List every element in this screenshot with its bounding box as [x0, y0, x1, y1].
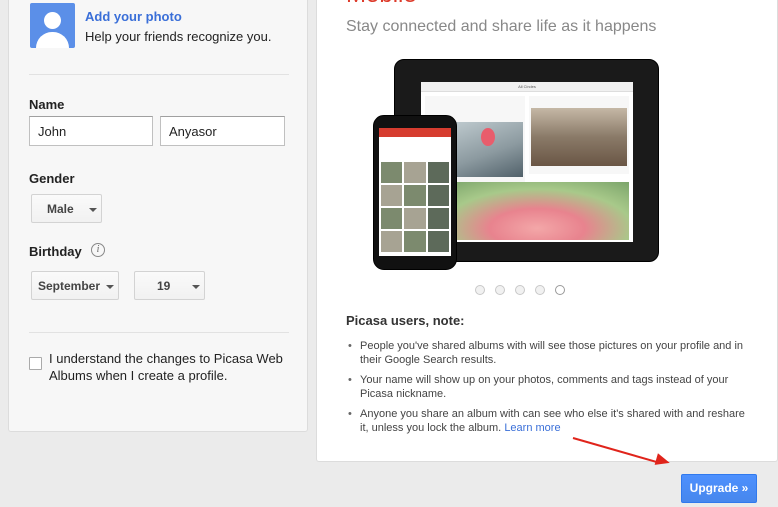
picasa-notes-list: People you've shared albums with will se…	[346, 339, 746, 441]
promo-title: Mobile	[346, 0, 417, 9]
list-item: Anyone you share an album with can see w…	[346, 407, 746, 435]
photo-thumbnail	[531, 108, 627, 166]
gender-select-value: Male	[47, 201, 74, 216]
understand-changes-checkbox[interactable]	[29, 357, 42, 370]
birthday-day-value: 19	[157, 278, 171, 293]
birthday-day-select[interactable]: 19	[134, 271, 205, 300]
carousel-dot-active[interactable]	[555, 285, 565, 295]
phone-screen	[379, 128, 451, 256]
carousel-dot[interactable]	[495, 285, 505, 295]
picasa-note-title: Picasa users, note:	[346, 313, 465, 328]
list-item: People you've shared albums with will se…	[346, 339, 746, 367]
last-name-input[interactable]	[160, 116, 285, 146]
balloon-photo-detail	[481, 128, 495, 146]
birthday-month-select[interactable]: September	[31, 271, 119, 300]
learn-more-link[interactable]: Learn more	[504, 422, 560, 434]
chevron-down-icon	[89, 208, 97, 212]
list-item: Your name will show up on your photos, c…	[346, 373, 746, 401]
carousel-dots	[475, 285, 565, 295]
info-icon[interactable]: i	[91, 243, 105, 257]
birthday-label: Birthday	[29, 244, 82, 259]
carousel-dot[interactable]	[515, 285, 525, 295]
first-name-input[interactable]	[29, 116, 153, 146]
promo-subtitle: Stay connected and share life as it happ…	[346, 18, 657, 35]
annotation-arrow-head	[654, 453, 672, 469]
phone-device-image	[373, 115, 457, 270]
name-label: Name	[29, 97, 65, 112]
avatar-placeholder-icon[interactable]	[30, 3, 75, 48]
add-photo-help-text: Help your friends recognize you.	[85, 29, 272, 44]
upgrade-button[interactable]: Upgrade »	[681, 474, 757, 503]
chevron-down-icon	[106, 285, 114, 289]
mobile-promo-card: Mobile Stay connected and share life as …	[316, 0, 778, 462]
carousel-dot[interactable]	[535, 285, 545, 295]
gender-label: Gender	[29, 171, 75, 186]
divider	[29, 74, 289, 75]
understand-changes-label[interactable]: I understand the changes to Picasa Web A…	[49, 350, 299, 384]
birthday-month-value: September	[38, 278, 101, 293]
gender-select[interactable]: Male	[31, 194, 102, 223]
tablet-header: All Circles	[421, 82, 633, 92]
profile-form-card: Add your photo Help your friends recogni…	[8, 0, 308, 432]
carousel-dot[interactable]	[475, 285, 485, 295]
add-photo-link[interactable]: Add your photo	[85, 9, 182, 24]
divider	[29, 332, 289, 333]
chevron-down-icon	[192, 285, 200, 289]
